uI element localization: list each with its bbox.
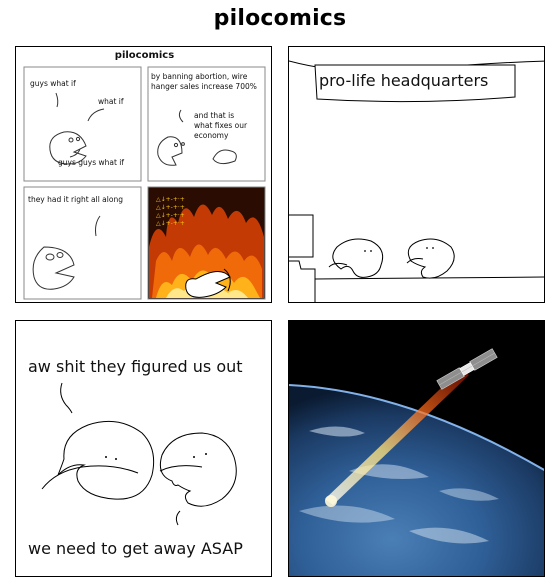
nested-sub1-text-3: guys guys what if — [58, 158, 125, 167]
nested-comic-title: pilocomics — [114, 50, 175, 61]
nested-sub2-text-4: what fixes our — [194, 121, 248, 130]
nested-sub2-text-5: economy — [194, 131, 229, 140]
page-title: pilocomics — [213, 6, 347, 31]
nested-sub1-text-1: guys what if — [30, 79, 76, 88]
nested-sub2-text-3: and that is — [194, 111, 235, 120]
panel-1-nested-comic: pilocomics △↓+-+·+ △↓+-+·+ △↓+-+·+ △↓+-+… — [15, 46, 272, 303]
panel-4-satellite-earth — [288, 320, 545, 577]
satellite-earth-image — [289, 321, 544, 576]
dialogue-top-text: aw shit they figured us out — [28, 357, 243, 376]
nested-sub1-text-2: what if — [98, 97, 124, 106]
svg-text:△↓+-+·+: △↓+-+·+ — [156, 220, 185, 227]
nested-sub3-text: they had it right all along — [28, 195, 123, 204]
svg-text:△↓+-+·+: △↓+-+·+ — [156, 196, 185, 203]
panel-3-dialogue: aw shit they figured us out we need to g… — [15, 320, 272, 577]
nested-sub2-text-2: hanger sales increase 700% — [151, 82, 257, 91]
svg-text:△↓+-+·+: △↓+-+·+ — [156, 204, 185, 211]
nested-sub2-text-1: by banning abortion, wire — [151, 72, 248, 81]
headquarters-sign: pro-life headquarters — [319, 71, 489, 90]
svg-text:△↓+-+·+: △↓+-+·+ — [156, 212, 185, 219]
panel-2-headquarters: pro-life headquarters — [288, 46, 545, 303]
dialogue-bottom-text: we need to get away ASAP — [28, 539, 243, 558]
